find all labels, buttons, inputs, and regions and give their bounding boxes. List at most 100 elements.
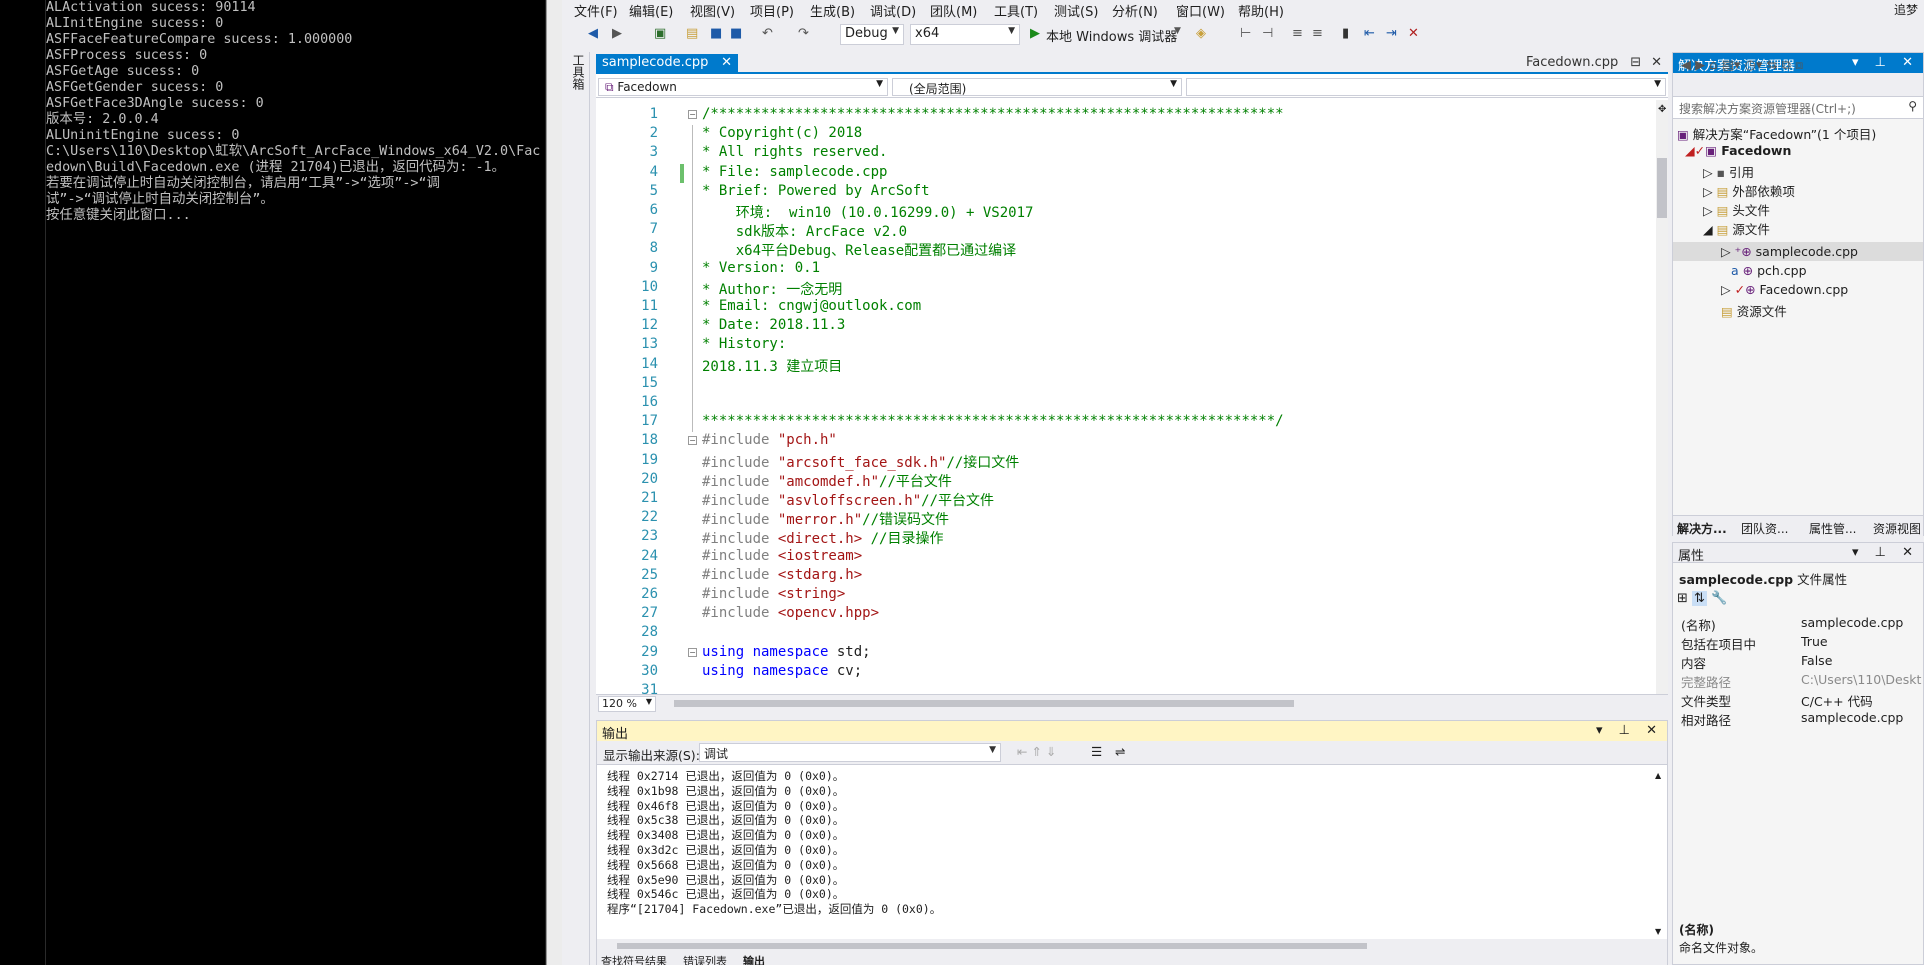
configuration-select[interactable]: Debug ▼ [840, 24, 904, 45]
bookmark-icon[interactable]: ▮ [1342, 26, 1349, 41]
member-dropdown[interactable]: ▼ [1186, 78, 1666, 96]
tree-facedown[interactable]: ▷ ✓⊕ Facedown.cpp [1721, 282, 1848, 297]
menu-debug[interactable]: 调试(D) [870, 1, 916, 20]
code-text: 环境: win10 (10.0.16299.0) + VS2017 [702, 205, 1034, 221]
scope-dropdown[interactable]: (全局范围) ▼ [892, 78, 1182, 96]
toolbox-label[interactable]: 工具箱 [570, 54, 587, 90]
scroll-thumb[interactable] [1657, 158, 1667, 218]
platform-select[interactable]: x64 ▼ [910, 24, 1020, 45]
code-area[interactable]: 1 /**************************************… [596, 100, 1656, 694]
forward-icon[interactable]: ▶ [612, 26, 622, 41]
panel-controls[interactable]: ▾ ⊥ ✕ [1852, 55, 1919, 70]
toolbox-strip[interactable]: 工具箱 [562, 52, 590, 965]
vertical-scrollbar[interactable]: ✥ [1656, 100, 1668, 694]
tab-property-manager[interactable]: 属性管... [1809, 520, 1856, 537]
solution-search-input[interactable]: 搜索解决方案资源管理器(Ctrl+;) ⚲ [1673, 97, 1923, 119]
next-bookmark-icon[interactable]: ⇥ [1386, 26, 1397, 41]
tab-samplecode[interactable]: samplecode.cpp ✕ [596, 54, 738, 74]
redo-icon[interactable]: ↷ [798, 26, 809, 41]
start-debug-icon[interactable]: ▶ [1030, 26, 1040, 41]
collapse-icon[interactable]: − [688, 110, 697, 119]
save-icon[interactable]: ■ [710, 26, 722, 41]
open-folder-icon[interactable]: ▤ [686, 26, 698, 41]
tab-resource-view[interactable]: 资源视图 [1873, 520, 1921, 537]
expand-icon[interactable]: ▷ [1721, 244, 1735, 259]
menu-view[interactable]: 视图(V) [690, 1, 735, 20]
pin-icon[interactable]: ⊟ [1630, 55, 1641, 70]
tab-error-list[interactable]: 错误列表 [683, 953, 727, 965]
tree-project[interactable]: ◢✓▣ Facedown [1685, 143, 1791, 158]
code-line: ****************************************… [702, 413, 1284, 429]
categorized-icon[interactable]: ⊞ [1677, 591, 1688, 606]
menu-tools[interactable]: 工具(T) [994, 1, 1038, 20]
outdent-icon[interactable]: ≡ [1312, 26, 1323, 41]
back-icon[interactable]: ◀ ▶ ⌂ ▤▾ ◷▾ ⇆ ⧉ ⧈ [1681, 58, 1803, 73]
expand-icon[interactable]: ▷ [1703, 203, 1717, 218]
menu-help[interactable]: 帮助(H) [1238, 1, 1284, 20]
zoom-level[interactable]: 120 % ▼ [598, 696, 656, 712]
panel-controls[interactable]: ▾ ⊥ ✕ [1852, 545, 1919, 560]
clear-all-icon[interactable]: ☰ [1091, 744, 1102, 759]
close-icon[interactable]: ✕ [721, 55, 732, 70]
new-project-icon[interactable]: ▣ [654, 26, 666, 41]
tree-header-files[interactable]: ▷ ▤ 头文件 [1703, 200, 1770, 219]
menu-analyze[interactable]: 分析(N) [1112, 1, 1158, 20]
undo-icon[interactable]: ↶ [762, 26, 773, 41]
tree-samplecode[interactable]: ▷ ⁺⊕ samplecode.cpp [1721, 244, 1858, 259]
navigation-bar: ⧉ Facedown ▼ (全局范围) ▼ ▼ [596, 76, 1668, 98]
tree-pch[interactable]: a ⊕ pch.cpp [1731, 263, 1807, 278]
menu-file[interactable]: 文件(F) [574, 1, 618, 20]
tree-references[interactable]: ▷ ▪ 引用 [1703, 162, 1754, 181]
menu-window[interactable]: 窗口(W) [1176, 1, 1225, 20]
back-icon[interactable]: ◀ [588, 26, 598, 41]
output-source-select[interactable]: 调试 ▼ [699, 743, 1001, 762]
step-over-icon[interactable]: ⊣ [1262, 26, 1273, 41]
tab-team-explorer[interactable]: 团队资... [1741, 520, 1788, 537]
scroll-up-icon[interactable]: ▲ [1655, 771, 1661, 780]
menu-build[interactable]: 生成(B) [810, 1, 855, 20]
tree-source-files[interactable]: ◢ ▤ 源文件 [1703, 219, 1770, 238]
property-name: 内容 [1681, 656, 1707, 671]
start-debug-button[interactable]: 本地 Windows 调试器 [1046, 26, 1177, 45]
project-dropdown[interactable]: ⧉ Facedown ▼ [598, 78, 888, 96]
menu-test[interactable]: 测试(S) [1054, 1, 1098, 20]
tab-solution-explorer[interactable]: 解决方... [1677, 520, 1727, 537]
prev-bookmark-icon[interactable]: ⇤ [1364, 26, 1375, 41]
find-message-icon[interactable]: ⇤ ⇑ ⇓ [1017, 744, 1056, 759]
scroll-thumb[interactable] [617, 943, 1367, 949]
save-all-icon[interactable]: ■ [730, 26, 742, 41]
expand-icon[interactable]: ▷ [1703, 184, 1717, 199]
horizontal-scrollbar[interactable]: 120 % ▼ [596, 694, 1668, 712]
tab-facedown[interactable]: Facedown.cpp⊟✕▼ [1526, 55, 1679, 70]
menu-project[interactable]: 项目(P) [750, 1, 794, 20]
horizontal-scrollbar[interactable] [597, 939, 1667, 953]
tree-solution[interactable]: ▣ 解决方案“Facedown”(1 个项目) [1677, 124, 1876, 143]
collapse-icon[interactable]: − [688, 436, 697, 446]
tree-external-deps[interactable]: ▷ ▤ 外部依赖项 [1703, 181, 1795, 200]
collapse-icon[interactable]: ◢ [1703, 222, 1717, 237]
user-account[interactable]: 追梦 [1894, 1, 1918, 18]
panel-controls[interactable]: ▾ ⊥ ✕ [1596, 723, 1663, 738]
vertical-scrollbar[interactable]: ▲ ▼ [1655, 771, 1665, 937]
collapse-icon[interactable]: − [688, 647, 697, 657]
step-icon[interactable]: ⊢ [1240, 26, 1251, 41]
wrench-icon[interactable]: 🔧 [1711, 591, 1727, 606]
menu-team[interactable]: 团队(M) [930, 1, 977, 20]
find-icon[interactable]: ◈ [1196, 26, 1206, 41]
expand-icon[interactable]: ▷ [1703, 165, 1717, 180]
tab-find-symbol[interactable]: 查找符号结果 [601, 953, 667, 965]
word-wrap-icon[interactable]: ⇌ [1115, 744, 1125, 759]
indent-icon[interactable]: ≡ [1292, 26, 1303, 41]
scroll-down-icon[interactable]: ▼ [1655, 927, 1661, 936]
tree-resource-files[interactable]: ▤ 资源文件 [1721, 301, 1787, 320]
tab-output[interactable]: 输出 [743, 953, 765, 965]
chevron-down-icon[interactable]: ▼ [1174, 26, 1181, 36]
split-icon[interactable]: ✥ [1658, 104, 1666, 115]
alphabetical-icon[interactable]: ⇅ [1692, 591, 1707, 606]
expand-icon[interactable]: ▷ [1721, 282, 1735, 297]
search-icon[interactable]: ⚲ [1908, 99, 1917, 113]
clear-bookmarks-icon[interactable]: ✕ [1408, 26, 1419, 41]
close-icon[interactable]: ✕ [1651, 55, 1662, 70]
scroll-thumb[interactable] [674, 700, 1294, 707]
menu-edit[interactable]: 编辑(E) [629, 1, 673, 20]
